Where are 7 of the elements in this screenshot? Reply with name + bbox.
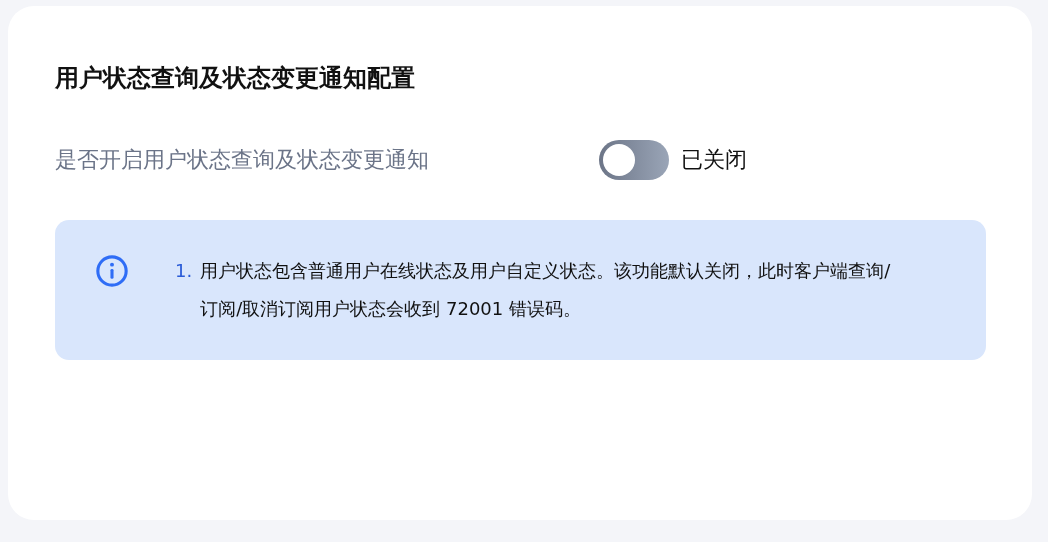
toggle-switch[interactable] — [599, 140, 669, 180]
setting-label: 是否开启用户状态查询及状态变更通知 — [55, 146, 430, 174]
notice-text: 用户状态包含普通用户在线状态及用户自定义状态。该功能默认关闭，此时客户端查询/订阅/取消订阅用户状态会收到 72001 错误码。 — [200, 259, 892, 321]
list-number: 1. — [175, 259, 193, 283]
toggle-status: 已关闭 — [681, 146, 747, 174]
page-title: 用户状态查询及状态变更通知配置 — [55, 63, 416, 94]
info-icon — [95, 254, 129, 288]
